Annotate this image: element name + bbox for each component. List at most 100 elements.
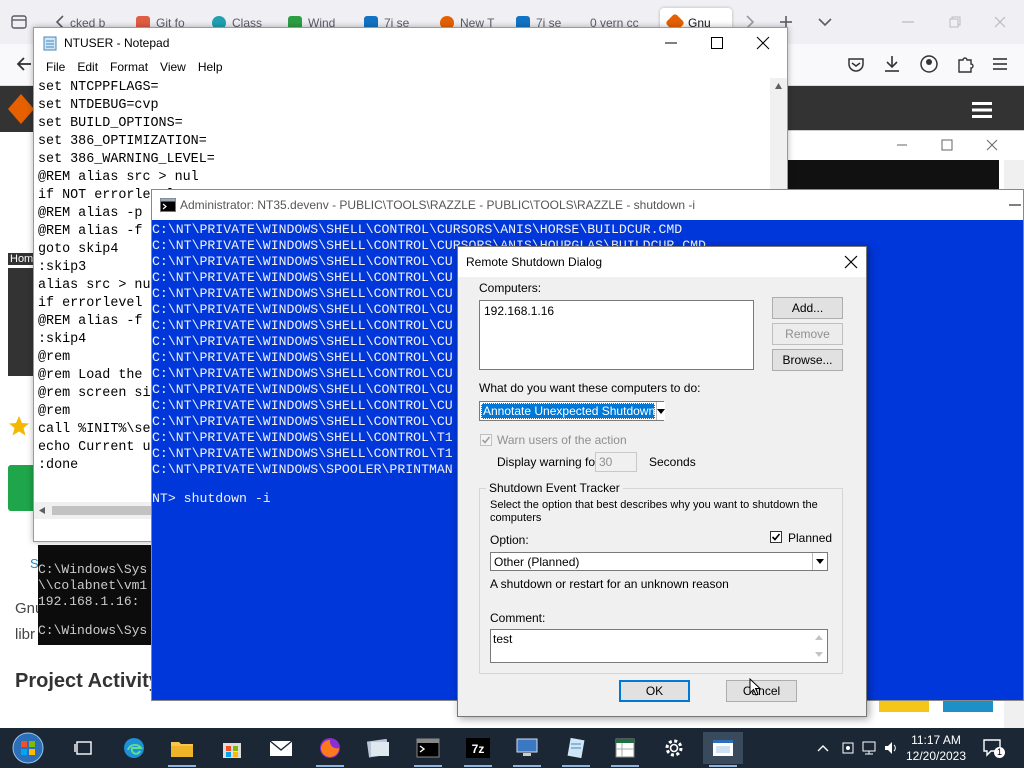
warning-seconds-input[interactable]: 30 [595,452,637,472]
dropdown-arrow-icon[interactable] [812,553,827,570]
edge-icon[interactable] [114,732,154,764]
remote-desktop-icon[interactable] [507,732,547,767]
settings-gear-icon[interactable] [654,732,694,764]
extensions-icon[interactable] [955,54,975,74]
notepad-taskbar-icon[interactable] [556,732,596,767]
network-icon[interactable] [862,740,878,756]
clock-date: 12/20/2023 [905,749,967,763]
option-select[interactable]: Other (Planned) [490,552,828,571]
console-line: C:\Windows\Sys [38,562,148,577]
page-yellow-button[interactable] [879,700,929,712]
notepad-line: set 386_WARNING_LEVEL= [38,152,215,167]
bg-window-minimize-icon[interactable] [895,138,909,152]
console-title-bar[interactable]: Administrator: NT35.devenv - PUBLIC\TOOL… [152,190,1023,220]
account-icon[interactable] [919,54,939,74]
page-blue-button[interactable] [943,700,993,712]
project-activity-heading: Project Activity [15,670,160,692]
page-text-libr: libr [15,626,36,643]
7zip-icon[interactable]: 7z [458,732,498,767]
comment-textarea[interactable]: test [490,629,828,663]
planned-label: Planned [788,531,833,545]
tray-chevron-up-icon[interactable] [816,741,830,755]
notepad-minimize-icon[interactable] [664,36,678,50]
ok-button[interactable]: OK [619,680,690,702]
shutdown-dialog-taskbar-icon[interactable] [703,732,743,767]
browser-minimize-icon[interactable] [900,14,916,30]
cancel-button[interactable]: Cancel [726,680,797,702]
volume-icon[interactable] [883,740,899,756]
notepad-line: set 386_OPTIMIZATION= [38,134,207,149]
dialog-close-icon[interactable] [842,253,860,271]
warn-users-checkbox[interactable] [480,434,492,446]
clock[interactable]: 11:17 AM 12/20/2023 [905,732,967,764]
site-logo-icon[interactable] [6,92,36,126]
planned-checkbox[interactable] [770,531,782,543]
action-select[interactable]: Annotate Unexpected Shutdown [479,401,666,421]
computer-entry[interactable]: 192.168.1.16 [480,301,753,321]
remove-button[interactable]: Remove [772,323,843,345]
notepad-line: set BUILD_OPTIONS= [38,116,183,131]
notepad-line: @REM alias src > nul [38,170,199,185]
option-description: A shutdown or restart for an unknown rea… [490,577,729,591]
mail-icon[interactable] [261,732,301,764]
home-link[interactable]: Hom [8,253,36,265]
bg-window-maximize-icon[interactable] [940,138,954,152]
menu-edit[interactable]: Edit [71,58,104,78]
console-line: 192.168.1.16: [38,594,140,609]
menu-file[interactable]: File [40,58,71,78]
notepad-title: NTUSER - Notepad [64,36,170,50]
notepad-close-icon[interactable] [756,36,770,50]
menu-format[interactable]: Format [104,58,154,78]
notepad-scroll-thumb[interactable] [52,506,152,515]
start-button-icon[interactable] [8,732,48,764]
downloads-icon[interactable] [882,54,902,74]
svg-text:7z: 7z [472,742,485,756]
spreadsheet-icon[interactable] [605,732,645,767]
star-icon [8,415,30,437]
browse-button[interactable]: Browse... [772,349,843,371]
computers-listbox[interactable]: 192.168.1.16 [479,300,754,370]
browser-maximize-icon[interactable] [947,14,963,30]
tab-list-icon[interactable] [10,14,28,30]
comment-scroll-arrows-icon[interactable] [813,632,825,660]
notepad-line: set NTDEBUG=cvp [38,98,159,113]
dropdown-arrow-icon[interactable] [656,402,666,420]
photos-app-icon[interactable] [359,732,399,764]
small-console-window: C:\Windows\Sys \\colabnet\vm1 192.168.1.16… [38,545,153,645]
tab-overflow-chevron-icon[interactable] [816,13,834,31]
notepad-title-bar[interactable]: NTUSER - Notepad [34,28,787,58]
scroll-left-arrow-icon[interactable] [38,506,46,515]
menu-view[interactable]: View [154,58,192,78]
console-line: \\colabnet\vm1 [38,578,148,593]
back-arrow-icon[interactable] [14,54,34,74]
notepad-maximize-icon[interactable] [710,36,724,50]
background-window-content [785,160,999,192]
console-minimize-icon[interactable] [1008,198,1022,212]
add-button[interactable]: Add... [772,297,843,319]
bg-window-close-icon[interactable] [985,138,999,152]
tray-device-icon[interactable] [840,740,856,756]
hamburger-menu-icon[interactable] [990,54,1010,74]
store-icon[interactable] [212,732,252,764]
dialog-title-bar[interactable]: Remote Shutdown Dialog [458,247,866,277]
warn-users-label: Warn users of the action [497,433,627,447]
console-app-icon [160,198,176,212]
dialog-title: Remote Shutdown Dialog [466,255,603,269]
browser-close-icon[interactable] [992,14,1008,30]
menu-help[interactable]: Help [192,58,229,78]
remote-shutdown-dialog: Remote Shutdown Dialog Computers: 192.16… [457,246,867,717]
notification-count-badge: 1 [994,747,1005,758]
file-explorer-icon[interactable] [162,732,202,767]
mouse-cursor-icon [749,678,761,696]
comment-label: Comment: [490,611,546,625]
scroll-up-arrow-icon[interactable] [774,82,783,90]
command-prompt-icon[interactable] [408,732,448,767]
firefox-icon[interactable] [310,732,350,767]
task-view-icon[interactable] [64,732,104,764]
pocket-icon[interactable] [846,54,866,74]
shutdown-event-tracker-label: Shutdown Event Tracker [486,481,623,495]
seconds-label: Seconds [649,455,696,469]
action-center-icon[interactable]: 1 [982,737,1005,759]
site-menu-icon[interactable] [970,100,994,120]
